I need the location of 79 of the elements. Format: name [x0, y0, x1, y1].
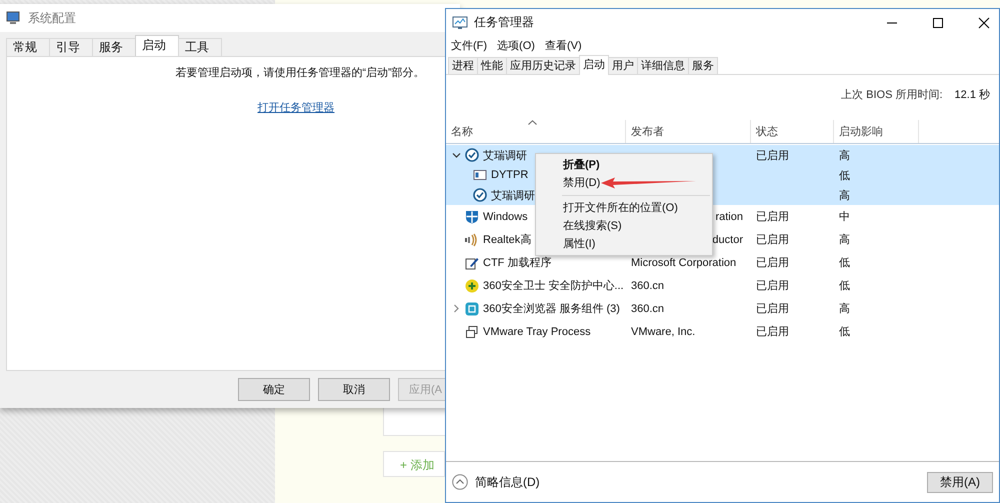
tab[interactable]: 常规	[6, 38, 50, 56]
table-cell: 360.cn	[631, 280, 664, 292]
menu-item[interactable]: 文件(F)	[451, 38, 488, 52]
table-cell: ductor	[712, 234, 743, 246]
maximize-icon	[932, 16, 944, 28]
table-cell-text: 已启用	[756, 324, 789, 339]
column-header[interactable]: 名称	[446, 120, 626, 143]
table-cell-text: 中	[839, 210, 850, 224]
table-cell-text: 已启用	[756, 232, 789, 247]
collapse-chevron-icon[interactable]	[452, 150, 461, 160]
column-header[interactable]: 状态	[751, 120, 834, 143]
table-cell: VMware Tray Process	[483, 326, 591, 338]
window-title: 系统配置	[28, 10, 76, 26]
table-cell-text: 已启用	[756, 210, 789, 224]
table-cell-text: 已启用	[756, 302, 789, 316]
column-header[interactable]: 启动影响	[834, 120, 919, 143]
table-cell: Microsoft Corporation	[631, 256, 736, 268]
menu-item[interactable]: 在线搜索(S)	[536, 217, 712, 235]
dialog-button[interactable]: 取消	[318, 378, 390, 401]
menu-item[interactable]: 选项(O)	[497, 38, 535, 52]
dialog-button[interactable]: 确定	[238, 378, 310, 401]
table-cell-text: 360安全浏览器 服务组件 (3)	[483, 302, 620, 316]
table-cell-text: CTF 加载程序	[483, 256, 552, 270]
instruction-text: 若要管理启动项，请使用任务管理器的“启动”部分。	[175, 66, 425, 80]
table-cell-text: 已启用	[756, 278, 789, 293]
table-cell-text: 艾瑞调研	[491, 188, 535, 202]
browser-icon	[465, 302, 479, 316]
table-cell-text: 低	[839, 168, 850, 182]
table-cell: Windows	[483, 210, 528, 222]
table-cell: 360.cn	[631, 302, 664, 314]
column-header[interactable]: 发布者	[626, 120, 751, 143]
tab[interactable]: 用户	[608, 57, 638, 74]
table-cell-text: 已启用	[756, 256, 789, 270]
tab[interactable]: 性能	[477, 57, 507, 74]
fewer-details-link[interactable]: 简略信息(D)	[452, 474, 540, 490]
close-icon	[978, 16, 990, 28]
sort-caret-icon	[528, 120, 537, 125]
table-cell-text: 360安全卫士 安全防护中心...	[483, 278, 624, 293]
table-cell-text: Realtek高	[483, 232, 532, 247]
check-circle-icon	[473, 188, 487, 202]
link[interactable]: 打开任务管理器	[258, 100, 334, 115]
table-cell-text: 低	[839, 256, 850, 270]
table-cell-text: 高	[839, 302, 850, 316]
menu-item[interactable]: 属性(I)	[536, 235, 712, 253]
disable-button[interactable]: 禁用(A)	[927, 472, 993, 492]
computer-icon	[6, 11, 20, 25]
table-cell: VMware, Inc.	[631, 326, 696, 338]
plus-circle-icon	[465, 278, 479, 292]
tab[interactable]: 工具	[178, 38, 222, 56]
table-cell-text: 高	[839, 188, 850, 202]
table-cell: ration	[715, 210, 743, 222]
tab[interactable]: 服务	[688, 57, 718, 74]
table-cell-text: 低	[839, 279, 850, 293]
pen-icon	[465, 256, 479, 270]
table-cell-text: 高	[839, 232, 850, 247]
tab[interactable]: 应用历史记录	[506, 57, 580, 74]
table-cell: DYTPR	[491, 169, 528, 181]
tab[interactable]: 启动	[135, 35, 179, 56]
sound-wave-icon	[465, 232, 479, 246]
window-icon	[473, 168, 487, 182]
table-cell-text: 艾瑞调研	[483, 148, 527, 162]
tab[interactable]: 进程	[448, 57, 478, 74]
tab[interactable]: 引导	[49, 38, 93, 56]
bios-time-value: 12.1 秒	[954, 88, 990, 102]
stacked-windows-icon	[465, 324, 479, 338]
table-cell-text: 高	[839, 148, 850, 162]
tab[interactable]: 启动	[579, 55, 609, 75]
check-circle-icon	[465, 148, 479, 162]
tab[interactable]: 服务	[92, 38, 136, 56]
expand-chevron-icon[interactable]	[452, 304, 461, 313]
tab[interactable]: 详细信息	[637, 57, 689, 74]
table-cell-text: 已启用	[756, 148, 789, 162]
window-title: 任务管理器	[474, 14, 534, 31]
monitor-icon	[452, 16, 468, 30]
menu-item[interactable]: 查看(V)	[544, 38, 582, 52]
bios-time-label: 上次 BIOS 所用时间:	[841, 88, 943, 102]
collapse-circle-icon	[452, 474, 468, 490]
shield-icon	[465, 210, 479, 224]
table-cell-text: 低	[839, 325, 850, 339]
